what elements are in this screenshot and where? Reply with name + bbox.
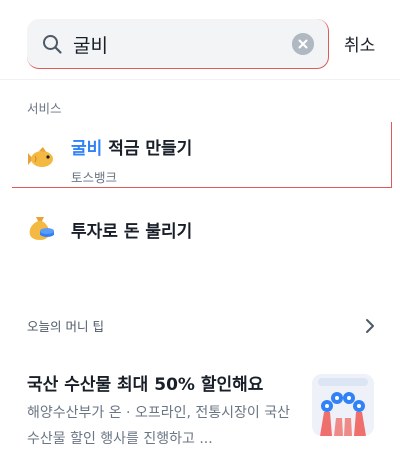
search-icon <box>43 35 62 54</box>
chevron-right-icon <box>366 319 374 333</box>
search-bar: 취소 <box>0 0 400 80</box>
service-subtitle: 토스뱅크 <box>71 170 118 185</box>
tips-header[interactable]: 오늘의 머니 팁 <box>27 316 377 336</box>
service-item-invest[interactable]: 투자로 돈 불리기 <box>12 198 392 264</box>
tip-title: 국산 수산물 최대 50% 할인해요 <box>27 375 264 395</box>
clear-icon[interactable] <box>292 33 314 55</box>
services-section-title: 서비스 <box>27 101 62 116</box>
tip-card[interactable]: 국산 수산물 최대 50% 할인해요 해양수산부가 온 · 오프라인, 전통시장… <box>27 366 377 456</box>
service-item-savings[interactable]: 굴비 적금 만들기 토스뱅크 <box>12 122 392 188</box>
tip-description: 해양수산부가 온 · 오프라인, 전통시장이 국산 수산물 할인 행사를 진행하… <box>27 405 290 447</box>
title-rest: 적금 만들기 <box>102 139 193 159</box>
cancel-button[interactable]: 취소 <box>344 31 375 56</box>
title-highlight: 굴비 <box>71 139 103 159</box>
tips-section-title: 오늘의 머니 팁 <box>27 319 104 334</box>
service-title: 투자로 돈 불리기 <box>71 217 192 242</box>
service-title: 굴비 적금 만들기 <box>71 134 192 159</box>
search-box[interactable] <box>27 19 329 69</box>
fish-icon <box>28 147 53 167</box>
search-input[interactable] <box>71 27 271 61</box>
seafood-promo-image <box>312 374 374 436</box>
money-bag-icon <box>29 217 54 240</box>
title-rest: 투자로 돈 불리기 <box>71 222 193 242</box>
